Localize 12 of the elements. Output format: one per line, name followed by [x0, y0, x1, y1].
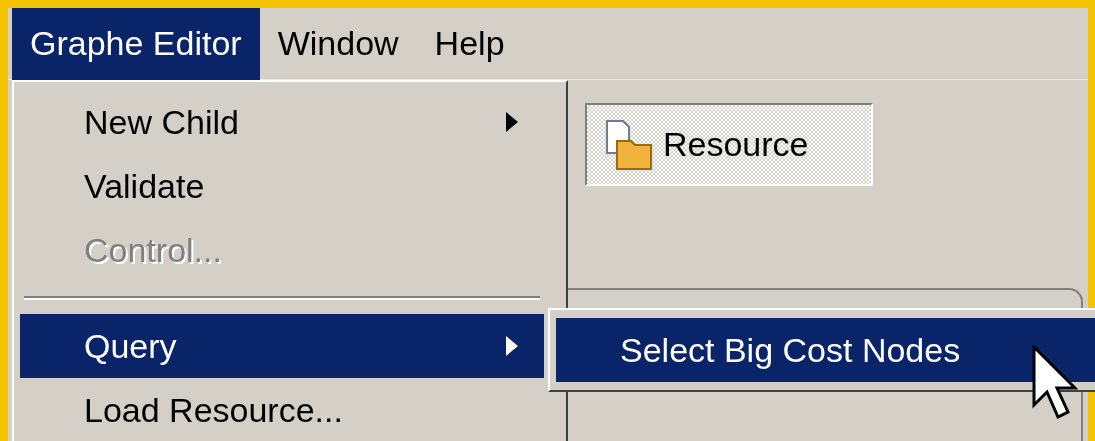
submenu-arrow-icon [506, 112, 518, 132]
folder-icon [605, 118, 653, 171]
menu-bar-item[interactable]: Graphe Editor [12, 7, 260, 80]
menu-item[interactable]: Select Big Cost Nodes [556, 318, 1095, 382]
menu-item[interactable]: Validate [20, 154, 544, 218]
menu-item[interactable]: Query [20, 314, 544, 378]
menu-bar-item[interactable]: Window [259, 7, 417, 80]
submenu-arrow-icon [506, 336, 518, 356]
menu-item[interactable]: Load Resource... [20, 378, 544, 441]
resource-toolbar-button[interactable]: Resource [585, 103, 873, 186]
menu-bar-item[interactable]: Help [416, 7, 523, 80]
menu-item[interactable]: New Child [20, 90, 544, 154]
